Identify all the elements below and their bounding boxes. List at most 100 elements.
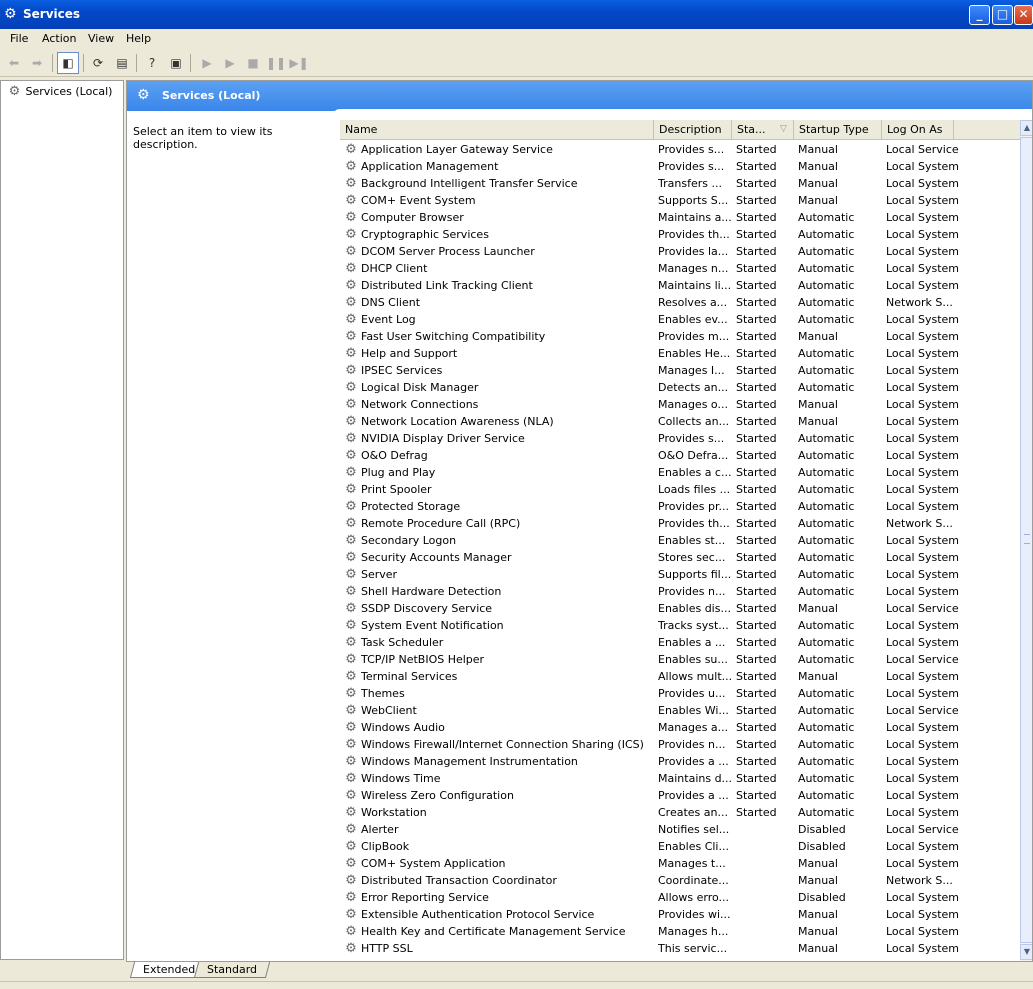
table-row[interactable]: ⚙ Logical Disk Manager Detects an... Starte… bbox=[340, 379, 1020, 396]
column-header-log-on-as[interactable]: Log On As bbox=[882, 120, 954, 139]
table-row[interactable]: ⚙ Windows Time Maintains d... Started Automa… bbox=[340, 770, 1020, 787]
service-gear-icon: ⚙ bbox=[345, 788, 357, 803]
banner-title: Services (Local) bbox=[162, 89, 261, 102]
minimize-button[interactable]: _ bbox=[969, 5, 990, 25]
table-row[interactable]: ⚙ Server Supports fil... Started Automatic Lo… bbox=[340, 566, 1020, 583]
table-row[interactable]: ⚙ NVIDIA Display Driver Service Provides s… bbox=[340, 430, 1020, 447]
table-row[interactable]: ⚙ Application Management Provides s... Star… bbox=[340, 158, 1020, 175]
table-row[interactable]: ⚙ Windows Audio Manages a... Started Automat… bbox=[340, 719, 1020, 736]
table-row[interactable]: ⚙ Wireless Zero Configuration Provides a .… bbox=[340, 787, 1020, 804]
scroll-up-icon[interactable]: ▲ bbox=[1020, 120, 1032, 136]
service-startup-type: Automatic bbox=[798, 738, 855, 751]
close-button[interactable]: ✕ bbox=[1014, 5, 1033, 25]
table-row[interactable]: ⚙ IPSEC Services Manages I... Started Automa… bbox=[340, 362, 1020, 379]
service-name: System Event Notification bbox=[361, 619, 504, 632]
table-row[interactable]: ⚙ Security Accounts Manager Stores sec... S… bbox=[340, 549, 1020, 566]
menu-action[interactable]: Action bbox=[42, 32, 76, 45]
table-row[interactable]: ⚙ Fast User Switching Compatibility Provid… bbox=[340, 328, 1020, 345]
service-name: Secondary Logon bbox=[361, 534, 457, 547]
table-row[interactable]: ⚙ TCP/IP NetBIOS Helper Enables su... Start… bbox=[340, 651, 1020, 668]
start-service-alt-icon[interactable]: ▶ bbox=[220, 53, 240, 73]
refresh-icon[interactable]: ⟳ bbox=[88, 53, 108, 73]
service-log-on-as: Local System bbox=[886, 177, 960, 190]
table-row[interactable]: ⚙ Plug and Play Enables a c... Started Autom… bbox=[340, 464, 1020, 481]
service-startup-type: Automatic bbox=[798, 364, 855, 377]
column-header-description[interactable]: Description bbox=[654, 120, 732, 139]
table-row[interactable]: ⚙ Alerter Notifies sel... Disabled Local Ser… bbox=[340, 821, 1020, 838]
tree-item-services-local[interactable]: ⚙ Services (Local) bbox=[7, 84, 113, 99]
back-icon[interactable]: ⬅ bbox=[4, 53, 24, 73]
table-row[interactable]: ⚙ Themes Provides u... Started Automatic Loca… bbox=[340, 685, 1020, 702]
table-row[interactable]: ⚙ Event Log Enables ev... Started Automatic L… bbox=[340, 311, 1020, 328]
table-row[interactable]: ⚙ Cryptographic Services Provides th... Sta… bbox=[340, 226, 1020, 243]
service-log-on-as: Local System bbox=[886, 449, 960, 462]
table-row[interactable]: ⚙ Workstation Creates an... Started Automati… bbox=[340, 804, 1020, 821]
service-log-on-as: Local System bbox=[886, 262, 960, 275]
table-row[interactable]: ⚙ DHCP Client Manages n... Started Automatic… bbox=[340, 260, 1020, 277]
service-gear-icon: ⚙ bbox=[345, 669, 357, 684]
forward-icon[interactable]: ➡ bbox=[27, 53, 47, 73]
properties-icon[interactable]: ▣ bbox=[166, 53, 186, 73]
help-icon[interactable]: ? bbox=[142, 53, 162, 73]
column-header-startup-type[interactable]: Startup Type bbox=[794, 120, 882, 139]
table-row[interactable]: ⚙ ClipBook Enables Cli... Disabled Local Sys… bbox=[340, 838, 1020, 855]
maximize-button[interactable]: □ bbox=[992, 5, 1013, 25]
table-row[interactable]: ⚙ Windows Management Instrumentation Provi… bbox=[340, 753, 1020, 770]
service-description: Provides n... bbox=[658, 585, 726, 598]
table-row[interactable]: ⚙ Computer Browser Maintains a... Started Au… bbox=[340, 209, 1020, 226]
start-service-icon[interactable]: ▶ bbox=[197, 53, 217, 73]
table-row[interactable]: ⚙ Terminal Services Allows mult... Started M… bbox=[340, 668, 1020, 685]
table-row[interactable]: ⚙ Print Spooler Loads files ... Started Auto… bbox=[340, 481, 1020, 498]
menu-help[interactable]: Help bbox=[126, 32, 151, 45]
table-row[interactable]: ⚙ Protected Storage Provides pr... Started A… bbox=[340, 498, 1020, 515]
table-row[interactable]: ⚙ System Event Notification Tracks syst...… bbox=[340, 617, 1020, 634]
table-row[interactable]: ⚙ Remote Procedure Call (RPC) Provides th.… bbox=[340, 515, 1020, 532]
menu-file[interactable]: File bbox=[10, 32, 28, 45]
column-header-status[interactable]: Sta... ▽ bbox=[732, 120, 794, 139]
table-row[interactable]: ⚙ Network Connections Manages o... Started M… bbox=[340, 396, 1020, 413]
scroll-down-icon[interactable]: ▼ bbox=[1020, 944, 1032, 960]
restart-service-icon[interactable]: ▶❚ bbox=[289, 53, 309, 73]
service-log-on-as: Local Service bbox=[886, 143, 959, 156]
table-row[interactable]: ⚙ Secondary Logon Enables st... Started Auto… bbox=[340, 532, 1020, 549]
tab-standard[interactable]: Standard bbox=[193, 962, 271, 978]
service-status: Started bbox=[736, 313, 777, 326]
table-row[interactable]: ⚙ Error Reporting Service Allows erro... Di… bbox=[340, 889, 1020, 906]
pause-service-icon[interactable]: ❚❚ bbox=[266, 53, 286, 73]
table-row[interactable]: ⚙ Help and Support Enables He... Started Aut… bbox=[340, 345, 1020, 362]
table-row[interactable]: ⚙ WebClient Enables Wi... Started Automatic L… bbox=[340, 702, 1020, 719]
export-list-icon[interactable]: ▤ bbox=[112, 53, 132, 73]
service-gear-icon: ⚙ bbox=[345, 941, 357, 956]
table-row[interactable]: ⚙ HTTP SSL This servic... Manual Local Syste… bbox=[340, 940, 1020, 957]
table-row[interactable]: ⚙ Windows Firewall/Internet Connection Sh… bbox=[340, 736, 1020, 753]
service-startup-type: Automatic bbox=[798, 568, 855, 581]
scrollbar-thumb[interactable] bbox=[1020, 137, 1032, 943]
table-row[interactable]: ⚙ COM+ System Application Manages t... Manu… bbox=[340, 855, 1020, 872]
table-row[interactable]: ⚙ Application Layer Gateway Service Provid… bbox=[340, 141, 1020, 158]
service-status bbox=[736, 889, 794, 906]
stop-service-icon[interactable]: ■ bbox=[243, 53, 263, 73]
table-row[interactable]: ⚙ COM+ Event System Supports S... Started Ma… bbox=[340, 192, 1020, 209]
service-name: Terminal Services bbox=[361, 670, 458, 683]
menu-view[interactable]: View bbox=[88, 32, 114, 45]
table-row[interactable]: ⚙ Shell Hardware Detection Provides n... St… bbox=[340, 583, 1020, 600]
table-row[interactable]: ⚙ Network Location Awareness (NLA) Collect… bbox=[340, 413, 1020, 430]
services-rows: ⚙ Application Layer Gateway Service Provid… bbox=[340, 141, 1020, 957]
show-hide-tree-icon[interactable]: ◧ bbox=[57, 52, 79, 74]
table-row[interactable]: ⚙ Background Intelligent Transfer Service… bbox=[340, 175, 1020, 192]
table-row[interactable]: ⚙ O&O Defrag O&O Defra... Started Automatic L… bbox=[340, 447, 1020, 464]
table-row[interactable]: ⚙ Task Scheduler Enables a ... Started Autom… bbox=[340, 634, 1020, 651]
table-row[interactable]: ⚙ DCOM Server Process Launcher Provides la… bbox=[340, 243, 1020, 260]
vertical-scrollbar[interactable]: ▲ ▼ bbox=[1020, 120, 1032, 961]
table-row[interactable]: ⚙ Distributed Link Tracking Client Maintai… bbox=[340, 277, 1020, 294]
table-row[interactable]: ⚙ Distributed Transaction Coordinator Coor… bbox=[340, 872, 1020, 889]
column-header-name[interactable]: Name bbox=[340, 120, 654, 139]
table-row[interactable]: ⚙ Extensible Authentication Protocol Serv… bbox=[340, 906, 1020, 923]
view-tabs: Extended Standard bbox=[126, 962, 1033, 980]
table-row[interactable]: ⚙ Health Key and Certificate Management S… bbox=[340, 923, 1020, 940]
service-status bbox=[736, 906, 794, 923]
table-row[interactable]: ⚙ SSDP Discovery Service Enables dis... Sta… bbox=[340, 600, 1020, 617]
table-row[interactable]: ⚙ DNS Client Resolves a... Started Automatic… bbox=[340, 294, 1020, 311]
service-gear-icon: ⚙ bbox=[345, 550, 357, 565]
menu-bar: File Action View Help bbox=[0, 29, 1033, 49]
